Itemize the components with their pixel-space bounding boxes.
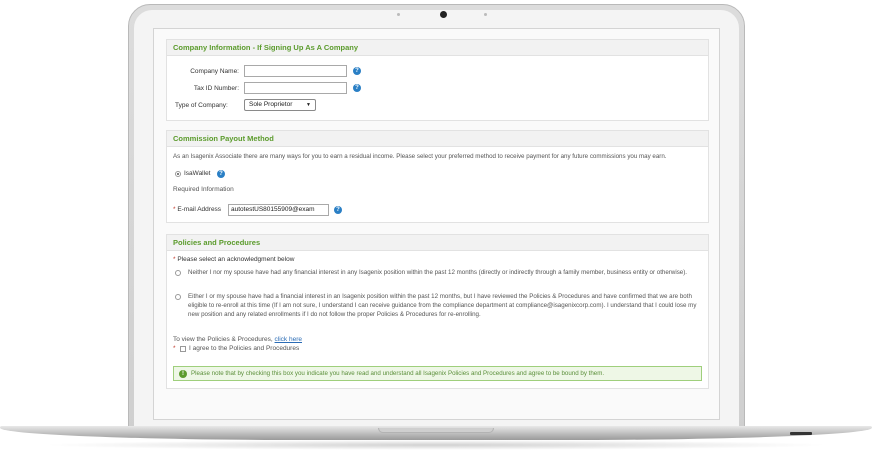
policies-panel: Policies and Procedures * Please select …	[166, 234, 709, 389]
required-asterisk: *	[173, 345, 176, 352]
ack-option-1-text: Neither I nor my spouse have had any fin…	[188, 269, 688, 276]
sensor-dot	[397, 13, 400, 16]
ack-prompt-row: * Please select an acknowledgment below	[173, 256, 294, 264]
tax-id-label: Tax ID Number:	[193, 85, 239, 92]
laptop-screen: Company Information - If Signing Up As A…	[153, 28, 720, 420]
required-info-label: Required Information	[173, 186, 234, 193]
policies-title: Policies and Procedures	[167, 235, 708, 251]
caret-down-icon: ▼	[306, 102, 311, 108]
ack-option-2-radio[interactable]	[175, 294, 181, 300]
sensor-dot	[484, 13, 487, 16]
laptop-shadow	[40, 440, 832, 450]
laptop-mockup: Company Information - If Signing Up As A…	[0, 0, 872, 462]
ack-option-2-text: Either I or my spouse have had a financi…	[188, 293, 697, 318]
agree-checkbox[interactable]	[180, 346, 186, 352]
view-policies-row: To view the Policies & Procedures, click…	[173, 336, 302, 344]
company-type-value: Sole Proprietor	[249, 101, 293, 108]
email-input[interactable]: autotestUS80155909@exam	[228, 204, 329, 216]
notice-box: ! Please note that by checking this box …	[173, 366, 702, 381]
question-circle-icon[interactable]: ?	[353, 67, 361, 75]
ack-prompt: Please select an acknowledgment below	[177, 256, 295, 263]
question-circle-icon[interactable]: ?	[334, 206, 342, 214]
laptop-port	[790, 432, 812, 435]
email-label: E-mail Address	[177, 206, 222, 213]
ack-option-1-radio[interactable]	[175, 270, 181, 276]
agree-row: *	[173, 345, 176, 353]
company-type-label: Type of Company:	[175, 102, 228, 109]
notice-text: Please note that by checking this box yo…	[191, 370, 605, 377]
payout-intro: As an Isagenix Associate there are many …	[173, 153, 667, 160]
view-policies-text: To view the Policies & Procedures,	[173, 336, 273, 343]
required-asterisk: *	[173, 206, 176, 213]
exclamation-circle-icon: !	[179, 370, 187, 378]
question-circle-icon[interactable]: ?	[353, 84, 361, 92]
company-type-select[interactable]: Sole Proprietor ▼	[244, 99, 316, 111]
email-label-row: * E-mail Address	[173, 206, 221, 214]
required-asterisk: *	[173, 256, 176, 263]
company-name-input[interactable]	[244, 65, 347, 77]
company-name-label: Company Name:	[190, 68, 239, 75]
company-info-title: Company Information - If Signing Up As A…	[167, 40, 708, 56]
question-circle-icon[interactable]: ?	[217, 170, 225, 178]
view-policies-link[interactable]: click here	[275, 336, 302, 343]
agree-label: I agree to the Policies and Procedures	[189, 345, 300, 352]
isawallet-radio[interactable]	[175, 171, 181, 177]
isawallet-label: IsaWallet	[184, 170, 211, 177]
company-info-panel: Company Information - If Signing Up As A…	[166, 39, 709, 121]
tax-id-input[interactable]	[244, 82, 347, 94]
laptop-notch	[378, 428, 494, 433]
payout-panel: Commission Payout Method As an Isagenix …	[166, 130, 709, 223]
camera-icon	[440, 11, 447, 18]
payout-title: Commission Payout Method	[167, 131, 708, 147]
